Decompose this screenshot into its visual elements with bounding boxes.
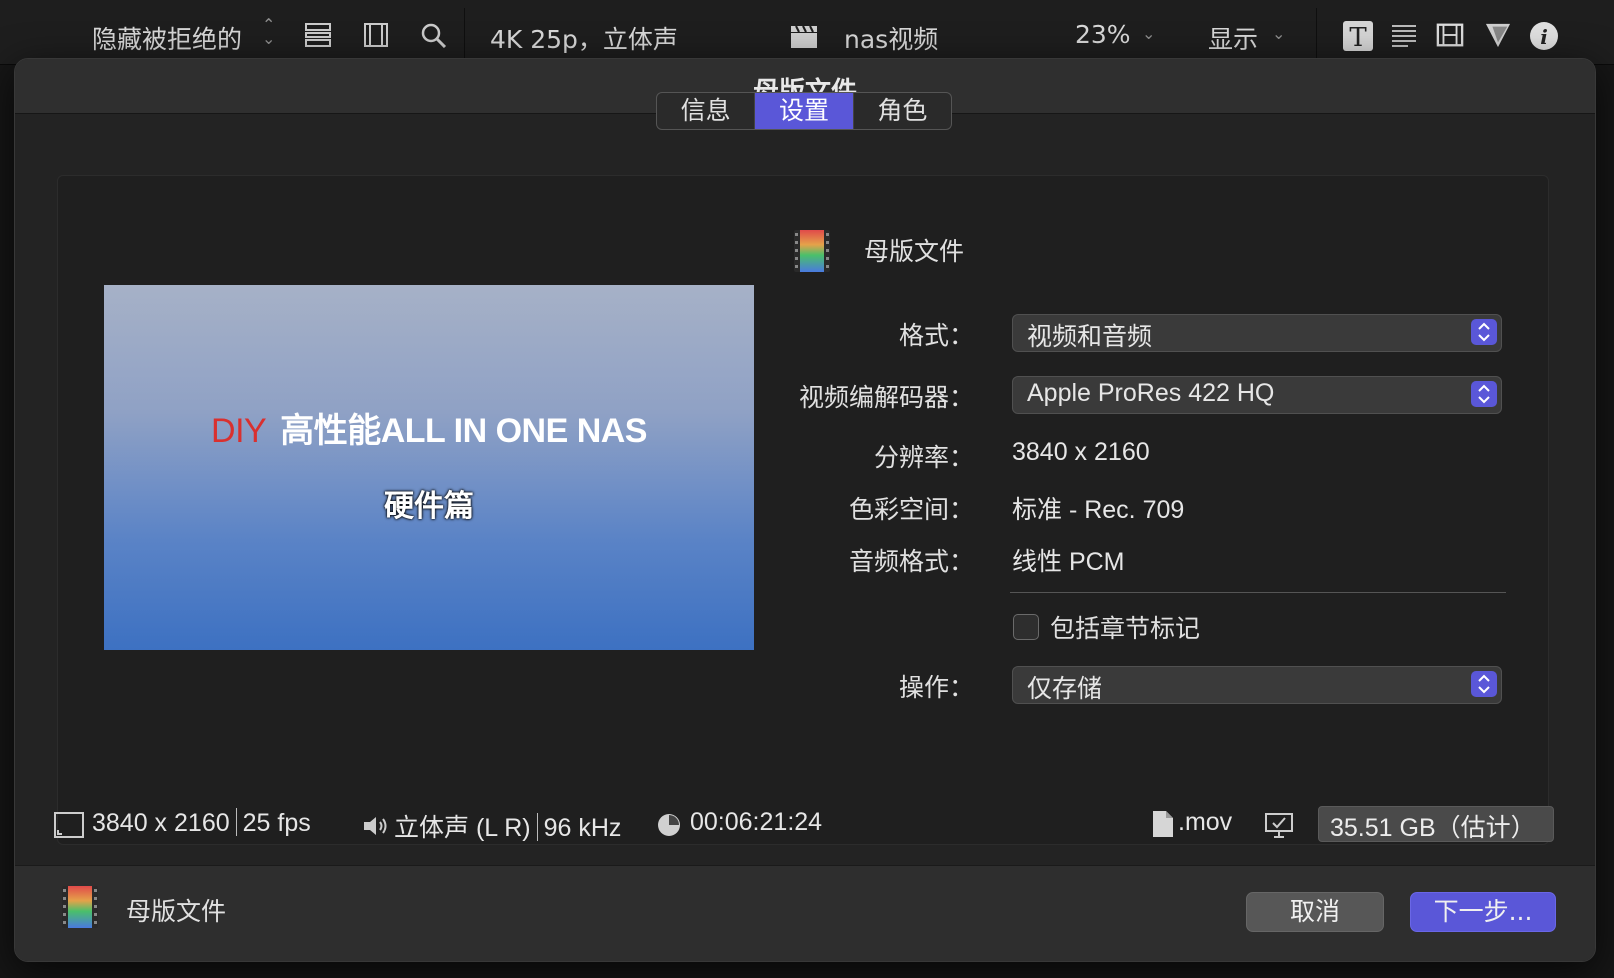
zoom-popup[interactable]: 23% bbox=[1075, 20, 1131, 49]
svg-text:T: T bbox=[1349, 23, 1367, 52]
master-file-icon bbox=[794, 230, 830, 272]
stat-audio: 立体声 (L R) bbox=[394, 814, 531, 842]
stat-divider bbox=[235, 808, 237, 836]
tab-settings[interactable]: 设置 bbox=[754, 93, 853, 129]
document-icon bbox=[1153, 811, 1173, 837]
titles-icon[interactable]: T bbox=[1342, 20, 1374, 52]
format-label: 格式： bbox=[898, 321, 974, 350]
destination-name: 母版文件 bbox=[864, 237, 965, 266]
preview-title-red: DIY bbox=[211, 412, 267, 450]
frame-size-icon bbox=[54, 812, 84, 838]
tab-bar: 信息 设置 角色 bbox=[656, 92, 952, 130]
action-label: 操作： bbox=[898, 673, 974, 702]
preview-subtitle: 硬件篇 bbox=[384, 489, 474, 524]
codec-value: Apple ProRes 422 HQ bbox=[1027, 379, 1275, 407]
footer-master-file-icon bbox=[62, 886, 98, 928]
zoom-chevron-icon[interactable]: ⌄ bbox=[1142, 24, 1155, 43]
info-icon[interactable]: i bbox=[1528, 20, 1560, 52]
clock-icon bbox=[658, 814, 680, 836]
resolution-label: 分辨率： bbox=[873, 443, 974, 472]
action-popup[interactable]: 仅存储 bbox=[1012, 666, 1502, 704]
filter-popup[interactable]: 隐藏被拒绝的 bbox=[92, 20, 242, 56]
settings-divider bbox=[1010, 592, 1506, 593]
colorspace-label: 色彩空间： bbox=[848, 495, 974, 524]
svg-text:i: i bbox=[1540, 25, 1548, 49]
preview-title: DIY 高性能ALL IN ONE NAS bbox=[104, 403, 754, 452]
preview-thumbnail: DIY 高性能ALL IN ONE NAS 硬件篇 bbox=[104, 285, 754, 650]
action-value: 仅存储 bbox=[1027, 675, 1103, 703]
speaker-icon bbox=[364, 817, 387, 835]
stat-resolution-group: 3840 x 2160 25 fps bbox=[92, 808, 311, 838]
footer-destination-label: 母版文件 bbox=[126, 897, 227, 926]
clapper-icon bbox=[791, 25, 817, 48]
cancel-button[interactable]: 取消 bbox=[1246, 892, 1384, 932]
format-value: 视频和音频 bbox=[1027, 323, 1153, 351]
stat-duration: 00:06:21:24 bbox=[690, 808, 823, 836]
search-icon[interactable] bbox=[420, 22, 448, 48]
display-chevron-icon[interactable]: ⌄ bbox=[1272, 24, 1285, 43]
clip-appearance-icon[interactable] bbox=[304, 22, 332, 48]
next-button[interactable]: 下一步... bbox=[1410, 892, 1556, 932]
app-toolbar: 隐藏被拒绝的 ⌃⌄ 4K 25p，立体声 nas视频 23% ⌄ 显示 ⌄ T bbox=[0, 0, 1614, 65]
stat-sample-rate: 96 kHz bbox=[543, 814, 622, 842]
chapter-markers-label[interactable]: 包括章节标记 bbox=[1050, 609, 1200, 645]
stat-resolution: 3840 x 2160 bbox=[92, 809, 230, 837]
color-inspector-icon[interactable] bbox=[1484, 22, 1512, 48]
preview-title-white: 高性能ALL IN ONE NAS bbox=[280, 412, 647, 450]
filter-stepper-icon[interactable]: ⌃ ⌄ bbox=[262, 17, 275, 47]
project-name[interactable]: nas视频 bbox=[844, 20, 938, 56]
display-popup[interactable]: 显示 bbox=[1208, 20, 1258, 56]
toolbar-divider bbox=[464, 8, 465, 58]
codec-popup[interactable]: Apple ProRes 422 HQ bbox=[1012, 376, 1502, 414]
toolbar-divider bbox=[1316, 8, 1317, 58]
resolution-value: 3840 x 2160 bbox=[1012, 438, 1150, 466]
video-inspector-icon[interactable] bbox=[1436, 22, 1464, 48]
estimated-size: 35.51 GB（估计） bbox=[1330, 814, 1536, 842]
colorspace-value: 标准 - Rec. 709 bbox=[1012, 496, 1185, 524]
stat-extension: .mov bbox=[1178, 808, 1233, 836]
project-format-info: 4K 25p，立体声 bbox=[490, 25, 678, 54]
tab-roles[interactable]: 角色 bbox=[852, 93, 951, 129]
display-destination-icon bbox=[1265, 813, 1293, 838]
stat-fps: 25 fps bbox=[242, 809, 311, 837]
stepper-icon bbox=[1471, 319, 1497, 345]
audio-format-value: 线性 PCM bbox=[1012, 548, 1125, 576]
text-inspector-icon[interactable] bbox=[1390, 22, 1418, 48]
tab-info[interactable]: 信息 bbox=[657, 93, 754, 129]
stat-divider bbox=[536, 813, 538, 841]
chapter-markers-checkbox[interactable] bbox=[1013, 614, 1039, 640]
stat-audio-group: 立体声 (L R) 96 kHz bbox=[394, 808, 621, 844]
codec-label: 视频编解码器： bbox=[798, 383, 974, 412]
filmstrip-icon[interactable] bbox=[362, 22, 390, 48]
audio-format-label: 音频格式： bbox=[848, 547, 974, 576]
format-popup[interactable]: 视频和音频 bbox=[1012, 314, 1502, 352]
stepper-icon bbox=[1471, 671, 1497, 697]
stepper-icon bbox=[1471, 381, 1497, 407]
